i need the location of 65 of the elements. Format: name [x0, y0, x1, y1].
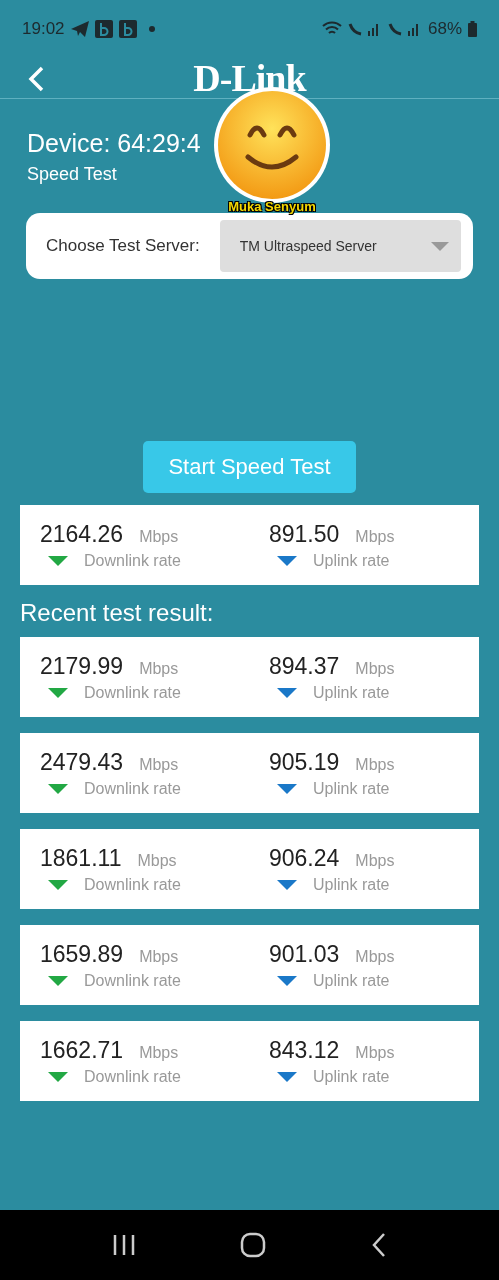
battery-icon — [468, 21, 477, 37]
rate-label: Uplink rate — [313, 875, 390, 894]
triangle-down-icon — [48, 975, 68, 986]
triangle-down-icon — [277, 1071, 297, 1082]
device-title: Device: 64:29:4 — [27, 129, 201, 158]
rate-label: Downlink rate — [84, 551, 181, 570]
unit-label: Mbps — [355, 947, 395, 966]
rate-value: 901.03 — [269, 940, 340, 968]
rate-value: 1861.11 — [40, 844, 122, 872]
unit-label: Mbps — [137, 851, 177, 870]
triangle-down-icon — [277, 555, 297, 566]
rate-label: Uplink rate — [313, 551, 390, 570]
unit-label: Mbps — [139, 947, 179, 966]
rate-value: 2479.43 — [40, 748, 124, 776]
paper-plane-icon — [70, 21, 89, 37]
triangle-down-icon — [48, 687, 68, 698]
rate-value: 894.37 — [269, 652, 340, 680]
rate-label: Uplink rate — [313, 683, 390, 702]
status-time: 19:02 — [22, 19, 65, 39]
section-title: Recent test result: — [20, 599, 215, 627]
rate-value: 2164.26 — [40, 520, 124, 548]
recent-apps-icon[interactable] — [112, 1234, 137, 1256]
rate-label: Downlink rate — [84, 683, 181, 702]
app-icon — [118, 20, 137, 38]
triangle-down-icon — [48, 783, 68, 794]
unit-label: Mbps — [355, 851, 395, 870]
battery-percent: 68% — [427, 19, 462, 39]
rate-label: Downlink rate — [84, 971, 181, 990]
dot-icon — [148, 26, 155, 32]
unit-label: Mbps — [355, 659, 395, 678]
rate-label: Downlink rate — [84, 875, 181, 894]
rate-value: 843.12 — [269, 1036, 340, 1064]
rate-value: 905.19 — [269, 748, 340, 776]
unit-label: Mbps — [355, 527, 395, 546]
unit-label: Mbps — [355, 755, 395, 774]
rate-value: 2179.99 — [40, 652, 124, 680]
app-icon — [94, 20, 113, 38]
server-label: Choose Test Server: — [46, 236, 200, 256]
page-subtitle: Speed Test — [27, 164, 117, 185]
rate-value: 1659.89 — [40, 940, 124, 968]
rate-value: 906.24 — [269, 844, 340, 872]
home-icon[interactable] — [240, 1232, 267, 1258]
rate-label: Uplink rate — [313, 779, 390, 798]
sticker-caption: Muka Senyum — [228, 199, 316, 214]
unit-label: Mbps — [355, 1043, 395, 1062]
rate-label: Downlink rate — [84, 779, 181, 798]
back-icon[interactable] — [370, 1232, 387, 1258]
unit-label: Mbps — [139, 755, 179, 774]
unit-label: Mbps — [139, 1043, 179, 1062]
rate-label: Uplink rate — [313, 971, 390, 990]
caret-icon — [431, 241, 449, 251]
unit-label: Mbps — [139, 659, 179, 678]
triangle-down-icon — [277, 879, 297, 890]
triangle-down-icon — [277, 975, 297, 986]
triangle-down-icon — [48, 555, 68, 566]
server-dropdown[interactable]: TM Ultraspeed Server — [219, 220, 461, 272]
unit-label: Mbps — [139, 527, 179, 546]
triangle-down-icon — [48, 879, 68, 890]
rate-value: 1662.71 — [40, 1036, 124, 1064]
triangle-down-icon — [48, 1071, 68, 1082]
triangle-down-icon — [277, 687, 297, 698]
triangle-down-icon — [277, 783, 297, 794]
rate-label: Downlink rate — [84, 1067, 181, 1086]
rate-value: 891.50 — [269, 520, 340, 548]
rate-label: Uplink rate — [313, 1067, 390, 1086]
